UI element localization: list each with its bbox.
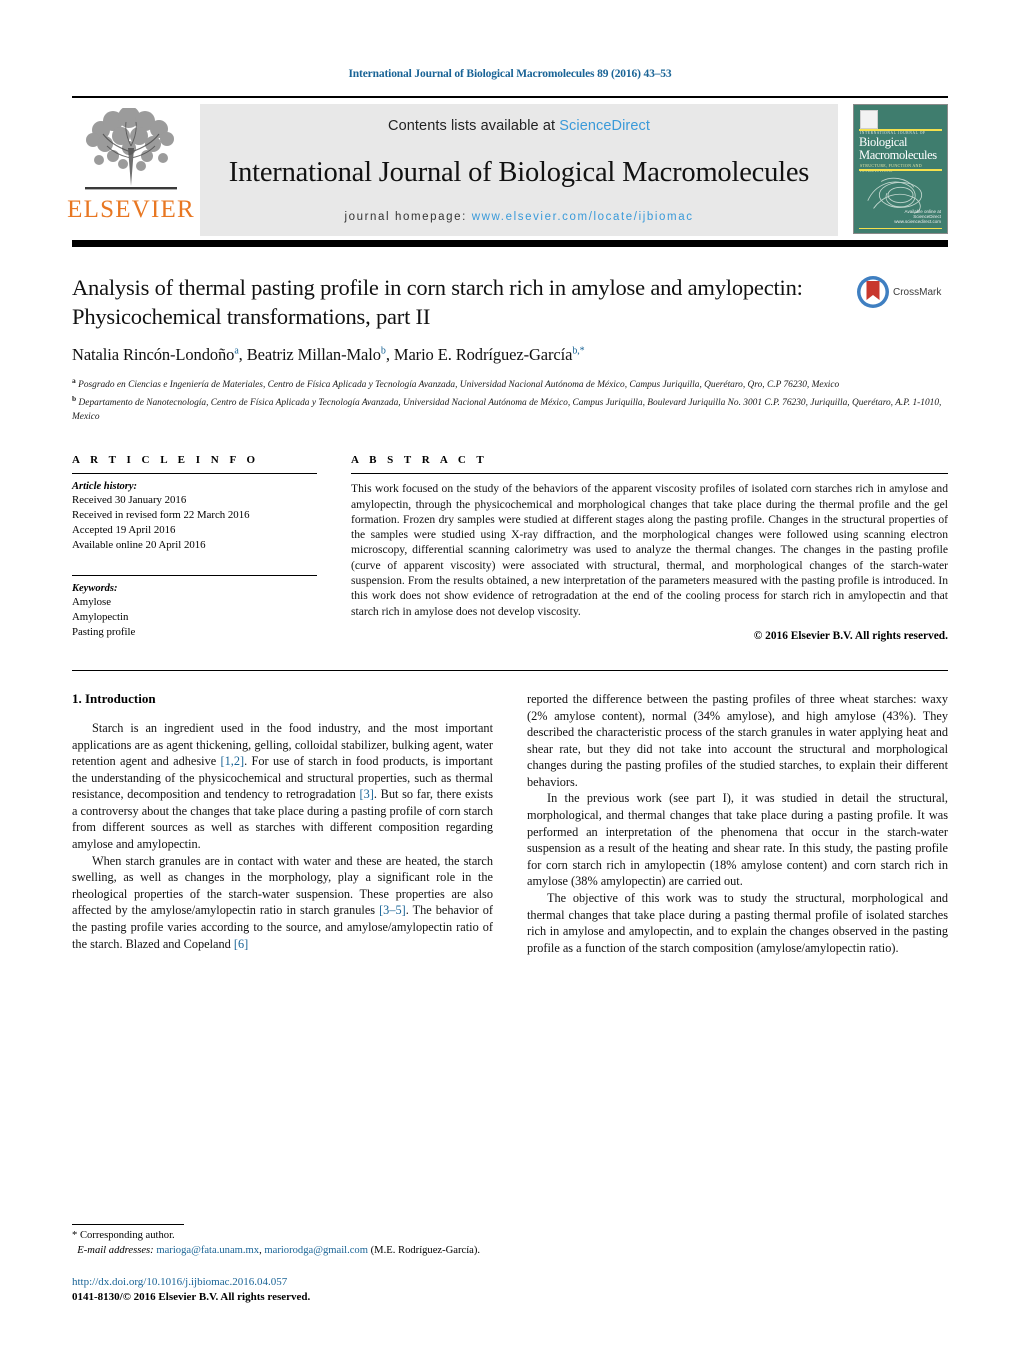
- citation-ref[interactable]: [6]: [234, 937, 248, 951]
- journal-homepage-link[interactable]: www.elsevier.com/locate/ijbiomac: [472, 211, 694, 223]
- author-list: Natalia Rincón-Londoñoa, Beatriz Millan-…: [72, 345, 948, 365]
- contents-prefix: Contents lists available at: [388, 118, 560, 134]
- body-right-column: reported the difference between the past…: [527, 691, 948, 957]
- elsevier-tree-icon: [79, 106, 183, 196]
- history-revised: Received in revised form 22 March 2016: [72, 509, 250, 522]
- cover-elsevier-mark: [860, 110, 878, 129]
- cover-sciencedirect-imprint: Available online at ScienceDirect www.sc…: [894, 209, 941, 224]
- history-accepted: Accepted 19 April 2016: [72, 524, 176, 537]
- email-link-1[interactable]: marioga@fata.unam.mx: [156, 1245, 259, 1256]
- email-note: E-mail addresses: marioga@fata.unam.mx, …: [72, 1244, 492, 1258]
- author-3-name: Mario E. Rodríguez-García: [393, 345, 573, 364]
- affiliation-b: b Departamento de Nanotecnología, Centro…: [72, 392, 948, 424]
- citation-ref[interactable]: [3]: [360, 787, 374, 801]
- footnote-rule: [72, 1224, 184, 1226]
- author-1-name: Natalia Rincón-Londoño: [72, 345, 235, 364]
- elsevier-logo: ELSEVIER: [67, 104, 194, 236]
- affiliation-b-mark: b: [72, 394, 77, 404]
- cover-imprint-3: www.sciencedirect.com: [894, 219, 941, 224]
- info-abstract-row: A R T I C L E I N F O Article history: R…: [72, 454, 948, 642]
- abstract-rule: [351, 473, 948, 475]
- abstract-copyright: © 2016 Elsevier B.V. All rights reserved…: [753, 629, 948, 642]
- affiliation-list: a Posgrado en Ciencias e Ingeniería de M…: [72, 374, 948, 424]
- article-history-title: Article history:: [72, 481, 138, 493]
- affiliation-a-mark: a: [72, 376, 76, 385]
- email-label: E-mail addresses:: [77, 1244, 154, 1256]
- abstract-text: This work focused on the study of the be…: [351, 482, 948, 618]
- cover-title-line2: Macromolecules: [859, 147, 937, 162]
- abstract-label: A B S T R A C T: [351, 454, 488, 467]
- corresponding-author-note: * Corresponding author.: [72, 1230, 175, 1242]
- affiliation-a-text: Posgrado en Ciencias e Ingeniería de Mat…: [78, 380, 840, 391]
- author-sep-2: ,: [385, 345, 394, 364]
- keywords-rule: [72, 575, 317, 577]
- citation-ref[interactable]: [1,2]: [221, 754, 245, 768]
- body-left-column: 1. Introduction Starch is an ingredient …: [72, 691, 493, 957]
- email-owner: (M.E. Rodríguez-García).: [370, 1244, 481, 1256]
- keyword-1: Amylose: [72, 596, 111, 609]
- abstract-column: A B S T R A C T This work focused on the…: [351, 454, 948, 642]
- journal-title: International Journal of Biological Macr…: [228, 156, 810, 188]
- doi-block: http://dx.doi.org/10.1016/j.ijbiomac.201…: [72, 1275, 492, 1305]
- page-title: Analysis of thermal pasting profile in c…: [72, 275, 803, 329]
- cover-rule-bottom: [859, 227, 942, 229]
- paragraph-right-2: In the previous work (see part I), it wa…: [527, 791, 948, 889]
- article-info-label: A R T I C L E I N F O: [72, 454, 260, 467]
- issn-copyright-line: 0141-8130/© 2016 Elsevier B.V. All right…: [72, 1291, 311, 1303]
- cover-title: Biological Macromolecules: [859, 136, 943, 161]
- email-link-2[interactable]: mariorodga@gmail.com: [264, 1245, 368, 1256]
- keywords-title: Keywords:: [72, 583, 118, 595]
- footnote-block: * Corresponding author. E-mail addresses…: [72, 1224, 492, 1305]
- section-heading-introduction: 1. Introduction: [72, 690, 156, 706]
- citation-ref[interactable]: [3–5]: [379, 903, 406, 917]
- sciencedirect-link[interactable]: ScienceDirect: [559, 118, 650, 134]
- homepage-prefix: journal homepage:: [344, 211, 472, 223]
- elsevier-wordmark: ELSEVIER: [67, 196, 195, 223]
- journal-cover: INTERNATIONAL JOURNAL OF Biological Macr…: [848, 104, 948, 236]
- author-3-marks: b,*: [572, 345, 585, 357]
- body-separator: [72, 669, 948, 671]
- running-head: International Journal of Biological Macr…: [348, 68, 672, 80]
- doi-link[interactable]: http://dx.doi.org/10.1016/j.ijbiomac.201…: [72, 1275, 492, 1290]
- article-page: International Journal of Biological Macr…: [0, 0, 1020, 1351]
- crossmark-icon: [856, 275, 890, 309]
- contents-available-line: Contents lists available at ScienceDirec…: [388, 118, 650, 134]
- article-info-column: A R T I C L E I N F O Article history: R…: [72, 454, 317, 642]
- crossmark-label: CrossMark: [893, 286, 942, 298]
- crossmark-badge[interactable]: CrossMark: [856, 273, 948, 309]
- masthead-bottom-rule: [72, 240, 948, 247]
- masthead-center: Contents lists available at ScienceDirec…: [200, 104, 838, 236]
- history-received: Received 30 January 2016: [72, 494, 187, 507]
- author-sep-1: ,: [238, 345, 247, 364]
- article-info-rule: [72, 473, 317, 475]
- history-online: Available online 20 April 2016: [72, 539, 206, 552]
- journal-cover-image: INTERNATIONAL JOURNAL OF Biological Macr…: [853, 104, 948, 234]
- affiliation-a: a Posgrado en Ciencias e Ingeniería de M…: [72, 374, 948, 392]
- paragraph-right-1: reported the difference between the past…: [527, 691, 948, 789]
- paragraph-left-1: Starch is an ingredient used in the food…: [72, 720, 493, 852]
- author-2-name: Beatriz Millan-Malo: [246, 345, 381, 364]
- keywords-block: Keywords: Amylose Amylopectin Pasting pr…: [72, 575, 317, 640]
- keyword-2: Amylopectin: [72, 611, 129, 624]
- journal-homepage-line: journal homepage: www.elsevier.com/locat…: [344, 211, 693, 223]
- body-columns: 1. Introduction Starch is an ingredient …: [72, 691, 948, 957]
- title-area: Analysis of thermal pasting profile in c…: [72, 273, 948, 331]
- affiliation-b-text: Departamento de Nanotecnología, Centro d…: [72, 398, 942, 423]
- paragraph-left-2: When starch granules are in contact with…: [72, 853, 493, 951]
- paragraph-right-3: The objective of this work was to study …: [527, 891, 948, 955]
- journal-masthead: ELSEVIER Contents lists available at Sci…: [67, 96, 948, 236]
- keyword-3: Pasting profile: [72, 626, 136, 639]
